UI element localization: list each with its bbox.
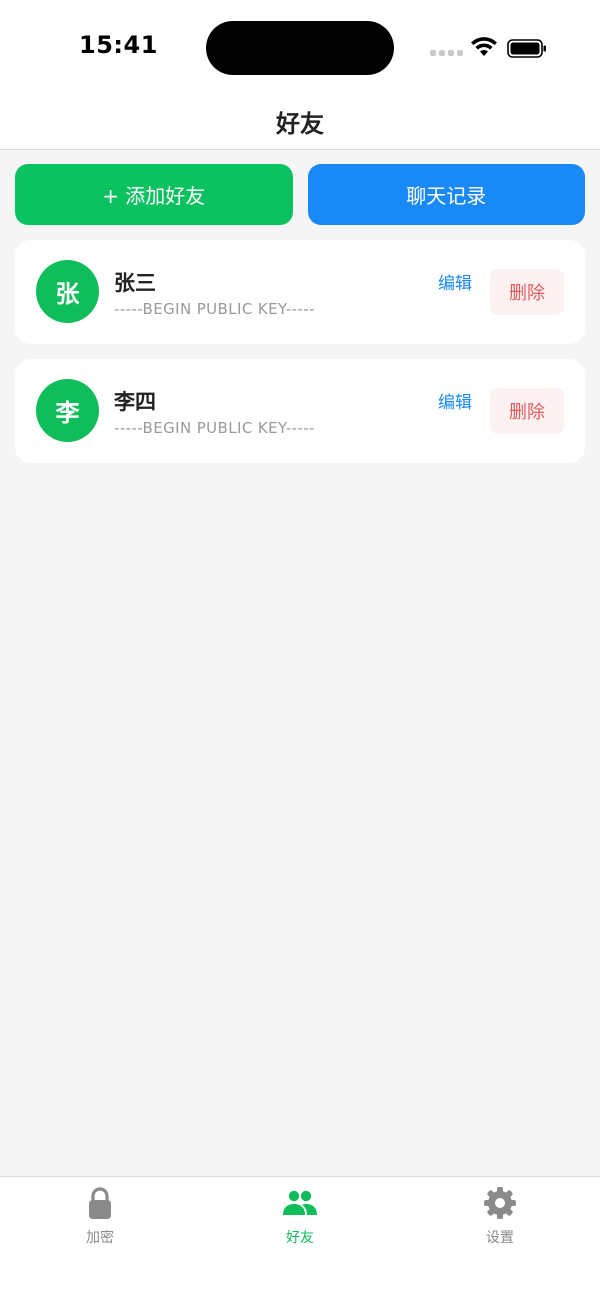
edit-button[interactable]: 编辑	[438, 269, 472, 294]
add-friend-button[interactable]: + 添加好友	[15, 164, 293, 225]
public-key-preview: -----BEGIN PUBLIC KEY-----	[114, 300, 315, 318]
page-title: 好友	[276, 110, 324, 138]
public-key-preview: -----BEGIN PUBLIC KEY-----	[114, 419, 315, 437]
lock-icon	[89, 1187, 111, 1219]
friend-name: 张三	[114, 271, 156, 295]
tab-label: 设置	[486, 1230, 514, 1246]
tab-label: 好友	[286, 1230, 314, 1246]
delete-button[interactable]: 删除	[490, 269, 564, 315]
tab-encrypt[interactable]: 加密	[40, 1185, 160, 1247]
users-icon	[283, 1190, 317, 1215]
dynamic-island	[206, 21, 394, 75]
avatar: 李	[36, 379, 99, 442]
avatar: 张	[36, 260, 99, 323]
action-bar: + 添加好友 聊天记录	[15, 164, 585, 225]
friend-name: 李四	[114, 390, 156, 414]
tab-friends[interactable]: 好友	[240, 1185, 360, 1247]
chat-history-button[interactable]: 聊天记录	[307, 164, 585, 225]
edit-button[interactable]: 编辑	[438, 388, 472, 413]
delete-button[interactable]: 删除	[490, 388, 564, 434]
gear-icon	[484, 1187, 516, 1219]
friend-card: 李 李四 -----BEGIN PUBLIC KEY----- 编辑 删除	[15, 359, 585, 463]
signal-icon	[430, 50, 463, 56]
status-time: 15:41	[79, 31, 158, 59]
friends-screen: 15:41 好友 + 添加好友 聊天记录 张 张三 -----BEGIN PUB…	[0, 0, 600, 1299]
wifi-icon	[471, 37, 497, 56]
friend-card: 张 张三 -----BEGIN PUBLIC KEY----- 编辑 删除	[15, 240, 585, 344]
tab-bar: 加密 好友 设置	[0, 1176, 600, 1299]
tab-settings[interactable]: 设置	[440, 1185, 560, 1247]
tab-label: 加密	[86, 1230, 114, 1246]
header: 15:41 好友	[0, 0, 600, 150]
battery-icon	[507, 39, 546, 58]
